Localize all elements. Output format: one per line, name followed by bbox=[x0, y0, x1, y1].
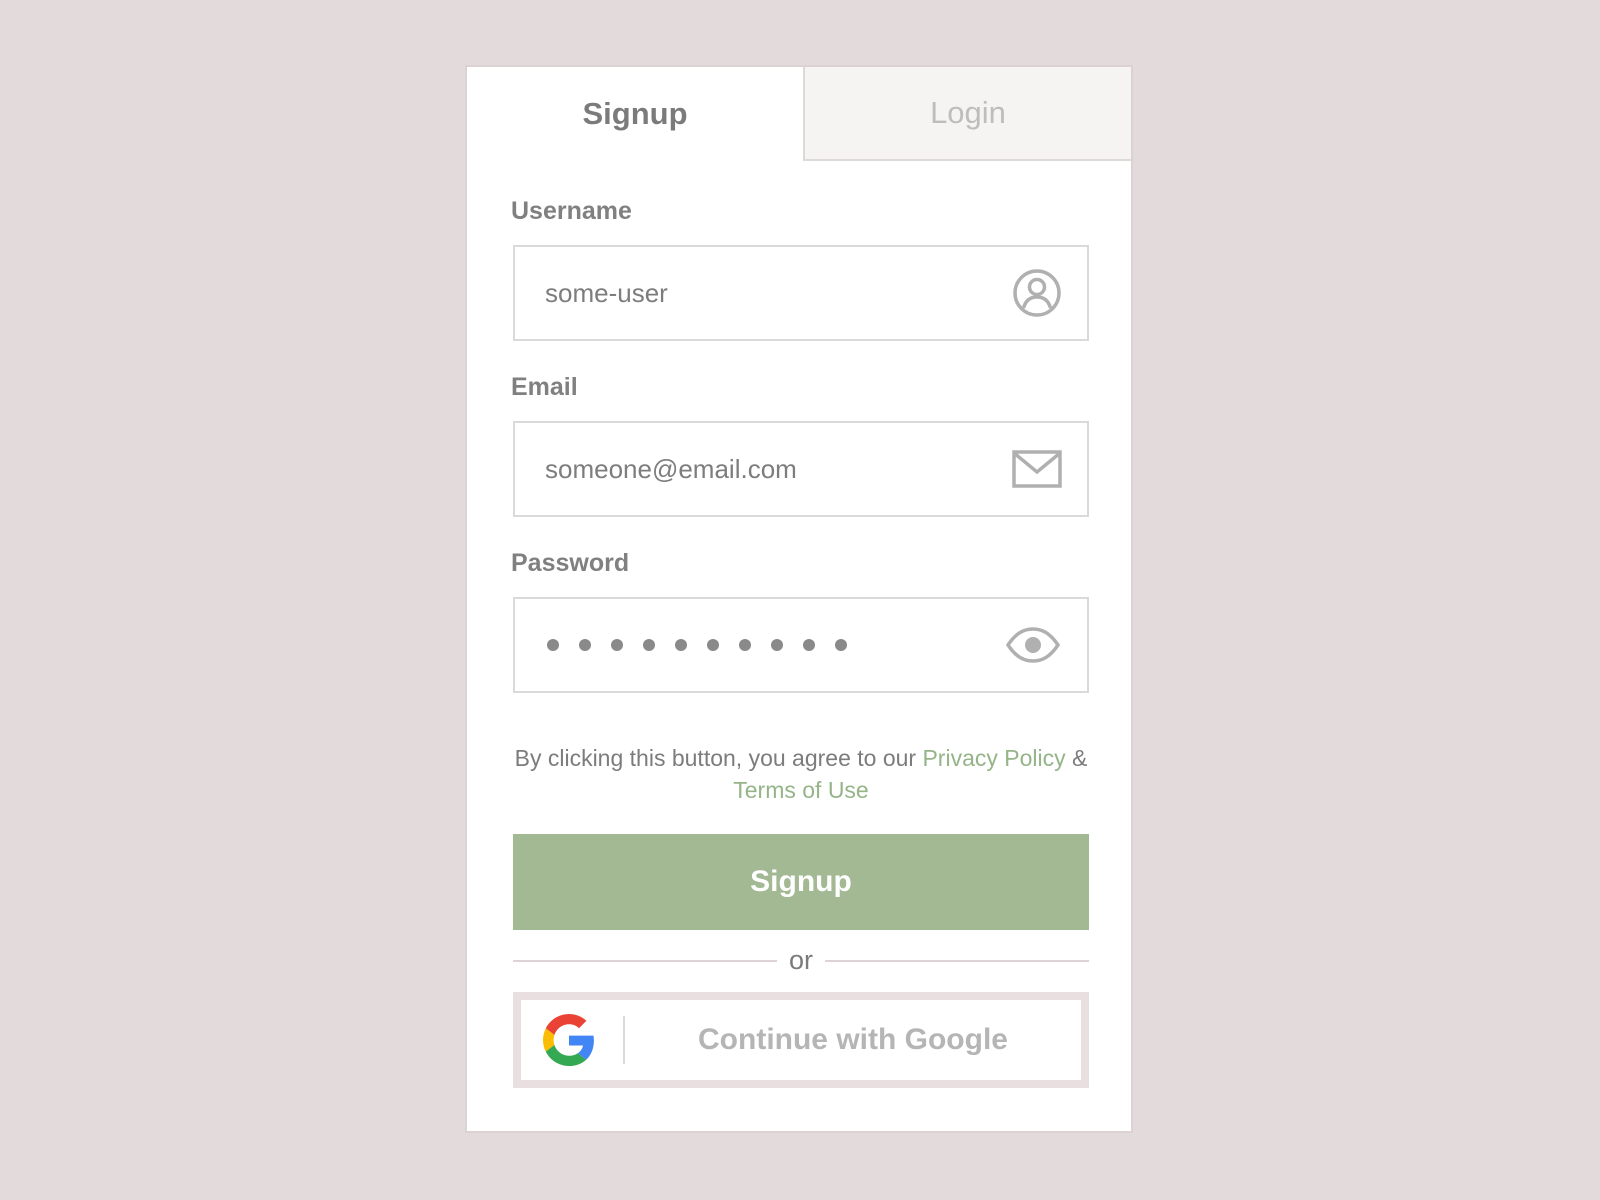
continue-with-google-button[interactable]: Continue with Google bbox=[513, 992, 1089, 1088]
password-label: Password bbox=[511, 549, 630, 577]
password-dot bbox=[643, 639, 655, 651]
terms-agreement: By clicking this button, you agree to ou… bbox=[513, 742, 1089, 806]
google-logo-icon bbox=[543, 1014, 595, 1066]
password-dot bbox=[803, 639, 815, 651]
terms-of-use-link[interactable]: Terms of Use bbox=[733, 777, 868, 803]
password-field[interactable] bbox=[513, 597, 1089, 693]
username-input[interactable] bbox=[545, 247, 985, 339]
tab-login[interactable]: Login bbox=[803, 67, 1131, 161]
tab-signup[interactable]: Signup bbox=[467, 67, 803, 161]
signup-button[interactable]: Signup bbox=[513, 834, 1089, 930]
agreement-text: By clicking this button, you agree to ou… bbox=[514, 745, 923, 771]
password-mask bbox=[547, 599, 867, 691]
password-dot bbox=[547, 639, 559, 651]
email-input[interactable] bbox=[545, 423, 985, 515]
email-label: Email bbox=[511, 373, 578, 401]
password-dot bbox=[707, 639, 719, 651]
agreement-joiner: & bbox=[1065, 745, 1088, 771]
username-field-box bbox=[513, 245, 1089, 341]
envelope-icon bbox=[1011, 423, 1063, 515]
or-divider: or bbox=[513, 940, 1089, 980]
auth-tabs: Signup Login bbox=[467, 67, 1131, 161]
password-dot bbox=[675, 639, 687, 651]
username-label: Username bbox=[511, 197, 632, 225]
password-dot bbox=[611, 639, 623, 651]
eye-icon[interactable] bbox=[1005, 599, 1061, 691]
signup-card: Signup Login Username Email Password bbox=[465, 65, 1133, 1133]
google-button-label: Continue with Google bbox=[698, 1023, 1008, 1056]
divider-line-left bbox=[513, 960, 777, 962]
password-dot bbox=[739, 639, 751, 651]
password-dot bbox=[835, 639, 847, 651]
privacy-policy-link[interactable]: Privacy Policy bbox=[922, 745, 1065, 771]
email-field-box bbox=[513, 421, 1089, 517]
divider-line-right bbox=[825, 960, 1089, 962]
password-dot bbox=[771, 639, 783, 651]
password-dot bbox=[579, 639, 591, 651]
divider-or-text: or bbox=[788, 945, 813, 975]
user-circle-icon bbox=[1011, 247, 1063, 339]
